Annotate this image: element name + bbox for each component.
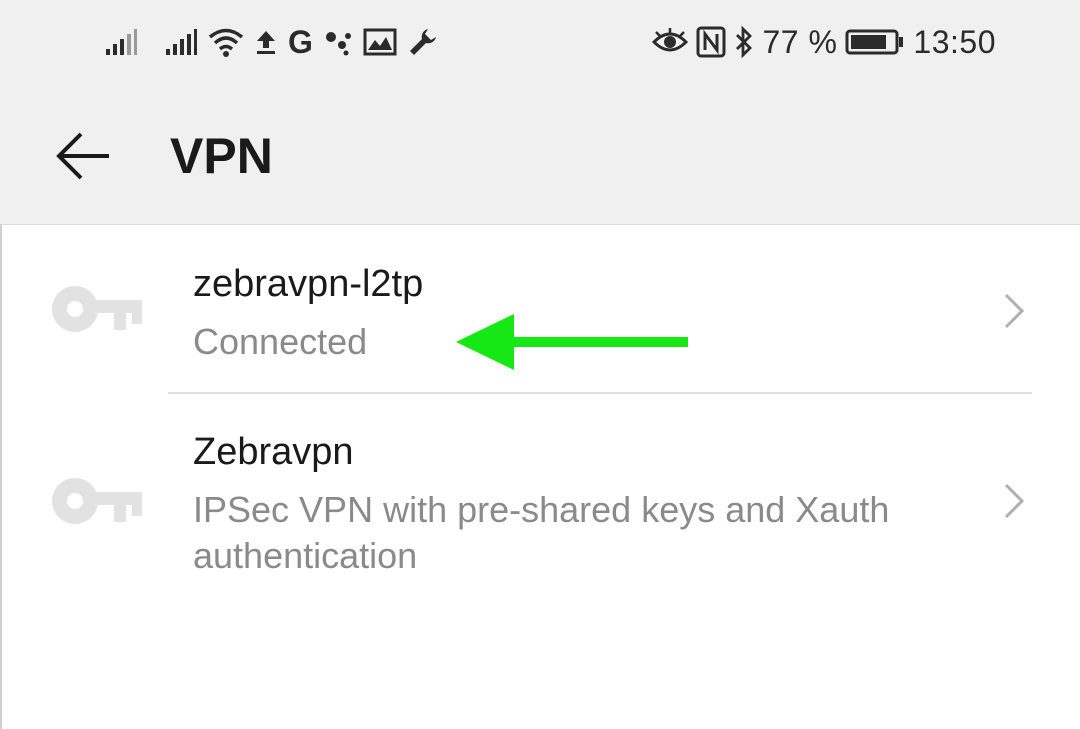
app-header: G 77 % 13:50 VPN	[0, 0, 1080, 225]
back-arrow-icon	[56, 132, 109, 180]
bluetooth-icon	[734, 25, 754, 59]
vpn-status-line-2: authentication	[193, 535, 418, 576]
gallery-icon	[363, 28, 397, 56]
signal-weak-icon	[104, 27, 138, 57]
vpn-status-line-1: IPSec VPN with pre-shared keys and Xauth	[193, 489, 890, 530]
nfc-icon	[696, 26, 726, 58]
chevron-right-icon	[1004, 293, 1025, 329]
status-icons-left: G	[104, 22, 439, 62]
annotation-arrow	[456, 314, 688, 370]
wrench-icon	[407, 26, 439, 58]
status-bar: G 77 % 13:50	[0, 0, 1080, 84]
battery-percent: 77 %	[762, 23, 838, 60]
vpn-settings-screen: G 77 % 13:50 VPN zebravpn-l2tp Connected…	[0, 0, 1080, 729]
signal-icon	[164, 27, 198, 57]
eye-icon	[652, 28, 689, 56]
back-button[interactable]	[50, 126, 116, 186]
page-title: VPN	[170, 128, 273, 184]
upload-icon	[254, 27, 278, 57]
vpn-name: zebravpn-l2tp	[193, 263, 424, 305]
wifi-icon	[208, 26, 244, 58]
assistant-dots-icon	[323, 27, 353, 57]
vpn-name: Zebravpn	[193, 431, 354, 473]
google-icon: G	[288, 23, 313, 60]
clock: 13:50	[913, 23, 996, 60]
vpn-item-zebravpn[interactable]: Zebravpn IPSec VPN with pre-shared keys …	[0, 393, 1080, 593]
status-icons-right: 77 % 13:50	[652, 22, 996, 62]
key-icon	[52, 478, 142, 524]
battery-icon	[845, 28, 905, 56]
key-icon	[52, 286, 142, 332]
chevron-right-icon	[1004, 483, 1025, 519]
